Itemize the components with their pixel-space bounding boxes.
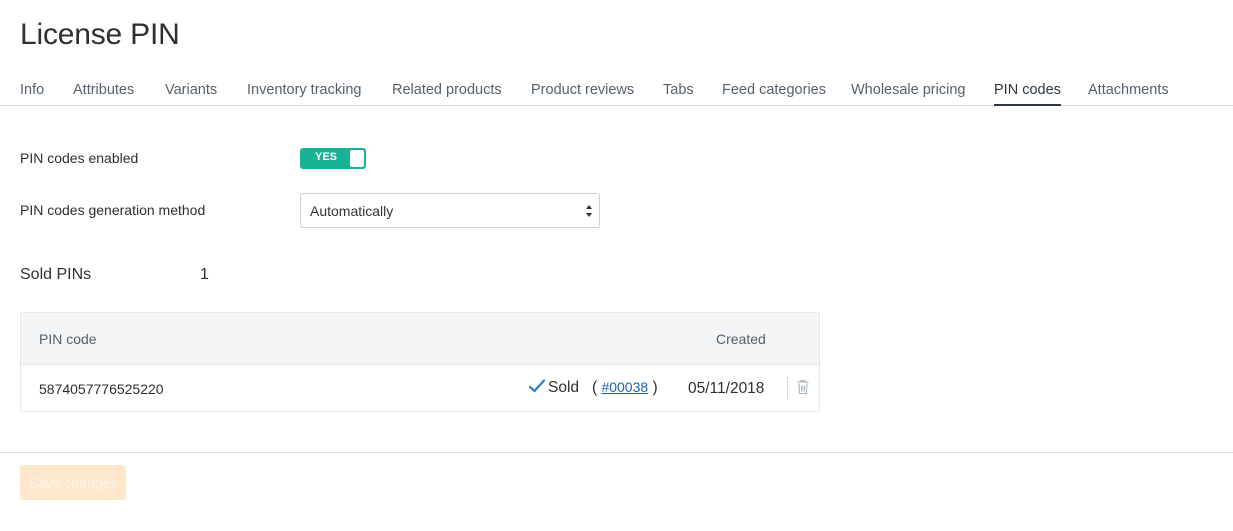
tab-attributes[interactable]: Attributes	[73, 82, 134, 106]
table-row: 5874057776525220 Sold ( #00038 ) 05/11/2…	[21, 365, 819, 411]
toggle-state-text: YES	[315, 151, 338, 163]
tab-inventory-tracking[interactable]: Inventory tracking	[247, 82, 361, 106]
order-link[interactable]: #00038	[601, 379, 648, 395]
open-paren: (	[591, 379, 598, 396]
created-date: 05/11/2018	[688, 380, 765, 397]
tab-pin-codes[interactable]: PIN codes	[994, 82, 1061, 106]
tab-attachments[interactable]: Attachments	[1088, 82, 1169, 106]
pin-code-value: 5874057776525220	[39, 381, 164, 397]
status-text: Sold	[548, 379, 580, 396]
close-paren: )	[652, 379, 658, 396]
footer-divider	[0, 452, 1233, 453]
sold-pins-label: Sold PINs	[20, 266, 92, 283]
pin-codes-table: PIN code Created 5874057776525220 Sold (…	[20, 312, 820, 412]
pin-status: Sold ( #00038 )	[529, 379, 658, 397]
tab-related-products[interactable]: Related products	[392, 82, 502, 106]
tab-bar: Info Attributes Variants Inventory track…	[0, 82, 1233, 106]
tab-tabs[interactable]: Tabs	[663, 82, 694, 106]
row-divider	[787, 377, 788, 399]
sold-pins-count: 1	[200, 266, 209, 283]
table-header: PIN code Created	[21, 313, 819, 365]
trash-icon[interactable]	[796, 379, 810, 395]
generation-method-select[interactable]: Automatically	[300, 193, 600, 228]
tab-product-reviews[interactable]: Product reviews	[531, 82, 634, 106]
pin-enabled-toggle[interactable]: YES	[300, 148, 366, 169]
tab-wholesale-pricing[interactable]: Wholesale pricing	[851, 82, 965, 106]
tab-feed-categories[interactable]: Feed categories	[722, 82, 826, 106]
generation-method-value: Automatically	[310, 203, 394, 219]
page-title: License PIN	[20, 18, 180, 51]
column-header-pin-code: PIN code	[39, 331, 97, 347]
generation-method-label: PIN codes generation method	[20, 202, 206, 218]
select-arrows-icon	[586, 205, 592, 217]
checkmark-icon	[529, 379, 545, 393]
tab-variants[interactable]: Variants	[165, 82, 217, 106]
pin-enabled-label: PIN codes enabled	[20, 150, 139, 166]
toggle-knob	[350, 150, 364, 167]
column-header-created: Created	[716, 331, 766, 347]
save-changes-button[interactable]: Save changes	[20, 465, 126, 500]
tab-info[interactable]: Info	[20, 82, 44, 106]
